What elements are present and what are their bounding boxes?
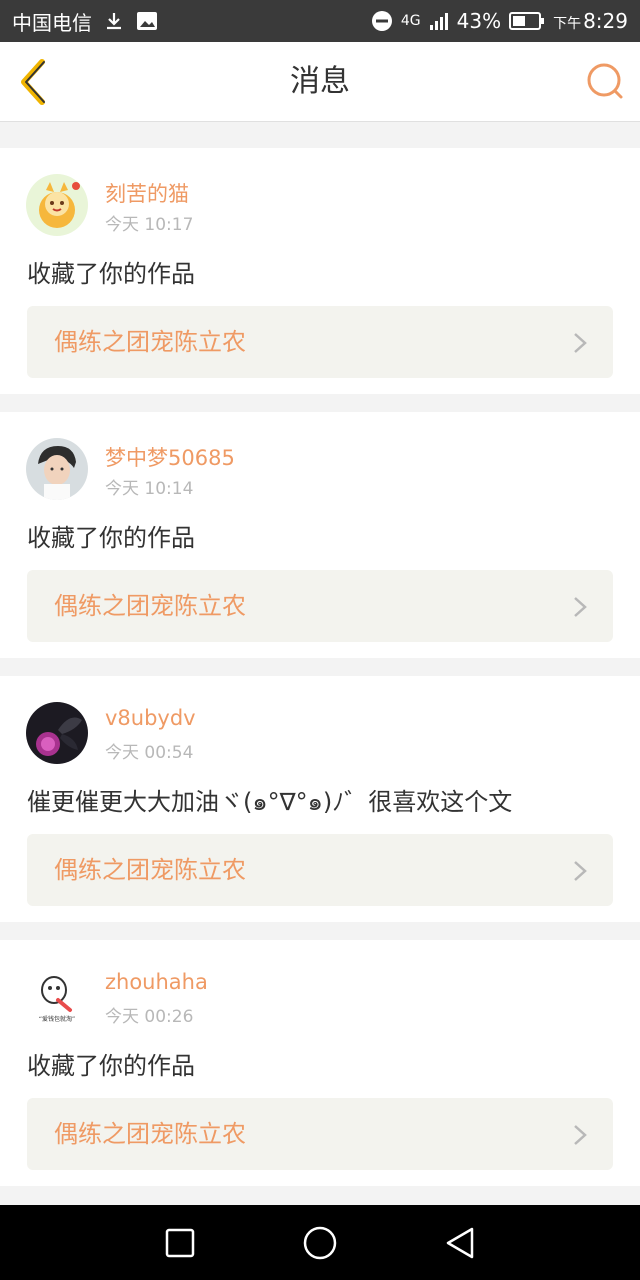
- message-text: 收藏了你的作品: [27, 1052, 195, 1080]
- network-type-label: 4G: [400, 13, 421, 29]
- work-title: 偶练之团宠陈立农: [54, 328, 246, 356]
- avatar[interactable]: [26, 702, 88, 764]
- message-card: v8ubydv 今天 00:54 催更催更大大加油ヾ(๑°∇°๑)ﾉ゛很喜欢这个…: [0, 676, 640, 922]
- search-button[interactable]: [586, 62, 624, 102]
- message-time: 今天 10:14: [105, 479, 194, 499]
- clock: 下午 8:29: [553, 9, 628, 33]
- chevron-right-icon: [574, 597, 587, 617]
- signal-icon: [429, 11, 449, 31]
- avatar[interactable]: [26, 438, 88, 500]
- avatar[interactable]: “爱钱包就淘”: [26, 966, 88, 1028]
- message-time: 今天 10:17: [105, 215, 194, 235]
- message-card: “爱钱包就淘” zhouhaha 今天 00:26 收藏了你的作品 偶练之团宠陈…: [0, 940, 640, 1186]
- app-header: 消息: [0, 42, 640, 122]
- search-icon: [587, 63, 623, 99]
- work-link[interactable]: 偶练之团宠陈立农: [27, 1098, 613, 1170]
- square-icon: [165, 1228, 195, 1257]
- message-card: 刻苦的猫 今天 10:17 收藏了你的作品 偶练之团宠陈立农: [0, 148, 640, 394]
- work-link[interactable]: 偶练之团宠陈立农: [27, 570, 613, 642]
- back-nav-button[interactable]: [440, 1223, 480, 1263]
- work-title: 偶练之团宠陈立农: [54, 856, 246, 884]
- page-title: 消息: [290, 64, 350, 99]
- work-link[interactable]: 偶练之团宠陈立农: [27, 306, 613, 378]
- clock-period: 下午: [553, 16, 582, 32]
- dnd-icon: [371, 10, 393, 32]
- download-icon: [104, 11, 124, 31]
- message-text: 催更催更大大加油ヾ(๑°∇°๑)ﾉ゛很喜欢这个文: [27, 788, 513, 816]
- recents-button[interactable]: [160, 1223, 200, 1263]
- work-title: 偶练之团宠陈立农: [54, 1120, 246, 1148]
- message-text: 收藏了你的作品: [27, 524, 195, 552]
- carrier-label: 中国电信: [12, 10, 92, 35]
- triangle-back-icon: [446, 1227, 474, 1258]
- work-link[interactable]: 偶练之团宠陈立农: [27, 834, 613, 906]
- username[interactable]: 刻苦的猫: [105, 178, 189, 208]
- chevron-right-icon: [574, 1125, 587, 1145]
- battery-icon: [509, 11, 545, 31]
- message-card: 梦中梦50685 今天 10:14 收藏了你的作品 偶练之团宠陈立农: [0, 412, 640, 658]
- message-time: 今天 00:26: [105, 1007, 194, 1027]
- avatar-caption: “爱钱包就淘”: [39, 1015, 75, 1023]
- system-nav-bar: [0, 1205, 640, 1280]
- chevron-right-icon: [574, 333, 587, 353]
- message-text: 收藏了你的作品: [27, 260, 195, 288]
- username[interactable]: zhouhaha: [105, 970, 208, 994]
- status-bar: 中国电信 4G 43% 下午 8:29: [0, 0, 640, 42]
- message-list: 刻苦的猫 今天 10:17 收藏了你的作品 偶练之团宠陈立农 梦中梦50685 …: [0, 148, 640, 1204]
- battery-percent: 43%: [456, 9, 502, 33]
- clock-time: 8:29: [583, 9, 628, 33]
- image-icon: [136, 11, 158, 31]
- home-button[interactable]: [300, 1223, 340, 1263]
- chevron-right-icon: [574, 861, 587, 881]
- work-title: 偶练之团宠陈立农: [54, 592, 246, 620]
- message-time: 今天 00:54: [105, 743, 194, 763]
- circle-icon: [303, 1226, 337, 1259]
- avatar[interactable]: [26, 174, 88, 236]
- username[interactable]: v8ubydv: [105, 706, 196, 730]
- username[interactable]: 梦中梦50685: [105, 442, 235, 472]
